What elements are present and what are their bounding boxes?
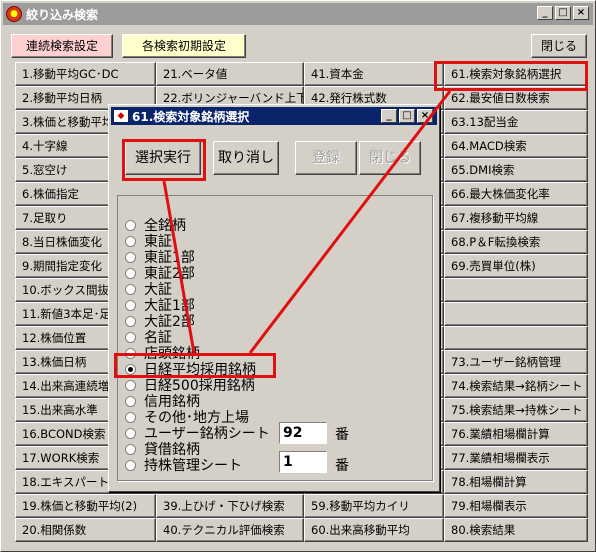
annotation-line-option-to-item xyxy=(248,90,452,354)
annotation-lines xyxy=(162,90,452,354)
annotation-line-button-to-option xyxy=(162,180,196,354)
